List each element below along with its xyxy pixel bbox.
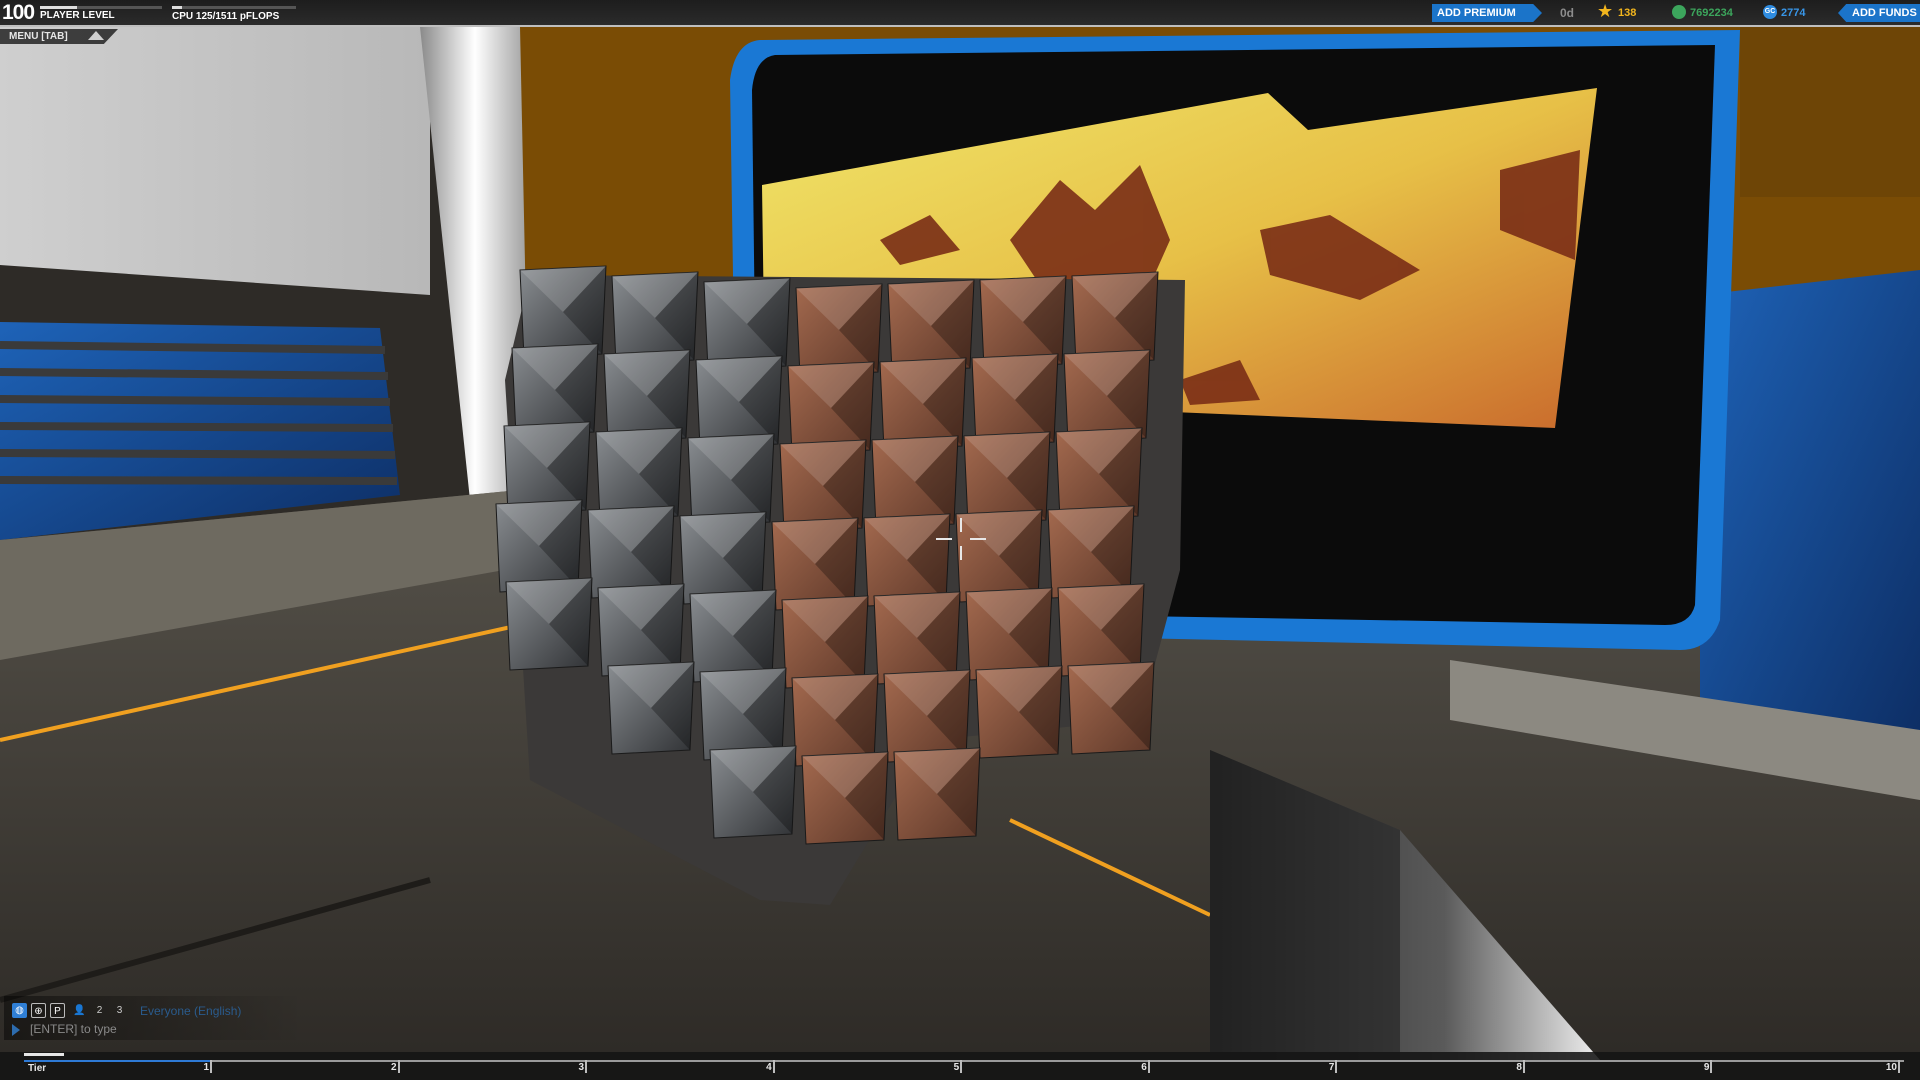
tier-tick xyxy=(960,1060,963,1073)
user-3-icon[interactable]: 3 xyxy=(112,1003,127,1018)
user-icon[interactable]: 👤 xyxy=(72,1003,87,1018)
add-premium-button[interactable]: ADD PREMIUM xyxy=(1432,4,1542,22)
cpu-label: CPU 125/1511 pFLOPS xyxy=(172,11,280,22)
tier-tick-label: 3 xyxy=(578,1062,585,1073)
cpu-progress-fill xyxy=(172,6,182,9)
galaxy-coins-value: 2774 xyxy=(1781,7,1806,19)
premium-days: 0d xyxy=(1560,6,1575,20)
tier-track xyxy=(24,1060,1904,1062)
tier-current-segment xyxy=(24,1060,210,1062)
globe-icon[interactable]: ◍ xyxy=(12,1003,27,1018)
player-level-progress-fill xyxy=(40,6,77,9)
tier-tick xyxy=(1147,1060,1150,1073)
top-hud-bar: 100 PLAYER LEVEL CPU 125/1511 pFLOPS ADD… xyxy=(0,0,1920,27)
tier-tick-label: 6 xyxy=(1141,1062,1147,1073)
stars-value: 138 xyxy=(1618,7,1637,19)
robits-icon xyxy=(1672,5,1686,19)
crosshair-right xyxy=(970,538,986,540)
add-funds-button[interactable]: ADD FUNDS xyxy=(1838,4,1920,22)
tier-tick xyxy=(397,1060,400,1073)
crosshair-top xyxy=(960,518,962,532)
player-level-label: PLAYER LEVEL xyxy=(40,10,115,21)
crosshair xyxy=(936,514,986,564)
tier-tick-label: 7 xyxy=(1328,1062,1335,1073)
tier-tick-label: 2 xyxy=(390,1062,397,1073)
star-icon: ★ xyxy=(1597,1,1614,21)
chevron-up-icon xyxy=(88,31,104,40)
chat-caret-icon xyxy=(12,1024,20,1036)
tier-tick-label: 1 xyxy=(203,1062,209,1073)
tier-tick xyxy=(1335,1060,1338,1073)
crosshair-bottom xyxy=(960,546,962,560)
robits-value: 7692234 xyxy=(1690,7,1733,19)
user-2-icon[interactable]: 2 xyxy=(92,1003,107,1018)
cpu-progress-bar xyxy=(172,6,296,9)
tier-tick xyxy=(210,1060,212,1073)
menu-tab[interactable]: MENU [TAB] xyxy=(0,29,118,44)
tier-tick-label: 8 xyxy=(1516,1062,1522,1073)
tier-tick xyxy=(1898,1060,1900,1073)
tier-tick-label: 4 xyxy=(766,1062,772,1073)
chat-channel-label[interactable]: Everyone (English) xyxy=(140,1004,241,1018)
tier-tick-label: 9 xyxy=(1703,1062,1710,1073)
player-level-progress-bar xyxy=(40,6,162,9)
tier-progress-fill xyxy=(24,1053,64,1056)
target-icon[interactable]: ⊕ xyxy=(31,1003,46,1018)
tier-tick-label: 10 xyxy=(1885,1062,1897,1073)
player-level-value: 100 xyxy=(2,1,35,24)
gc-icon: GC xyxy=(1763,5,1777,19)
crosshair-left xyxy=(936,538,952,540)
tier-tick xyxy=(1522,1060,1525,1073)
tier-tick-label: 5 xyxy=(953,1062,960,1073)
tier-tick xyxy=(585,1060,588,1073)
tier-tick xyxy=(772,1060,775,1073)
chat-input[interactable]: [ENTER] to type xyxy=(30,1022,117,1036)
flag-icon[interactable]: P xyxy=(50,1003,65,1018)
tier-label: Tier xyxy=(28,1063,47,1074)
menu-label: MENU [TAB] xyxy=(9,31,68,42)
tier-tick xyxy=(1710,1060,1713,1073)
